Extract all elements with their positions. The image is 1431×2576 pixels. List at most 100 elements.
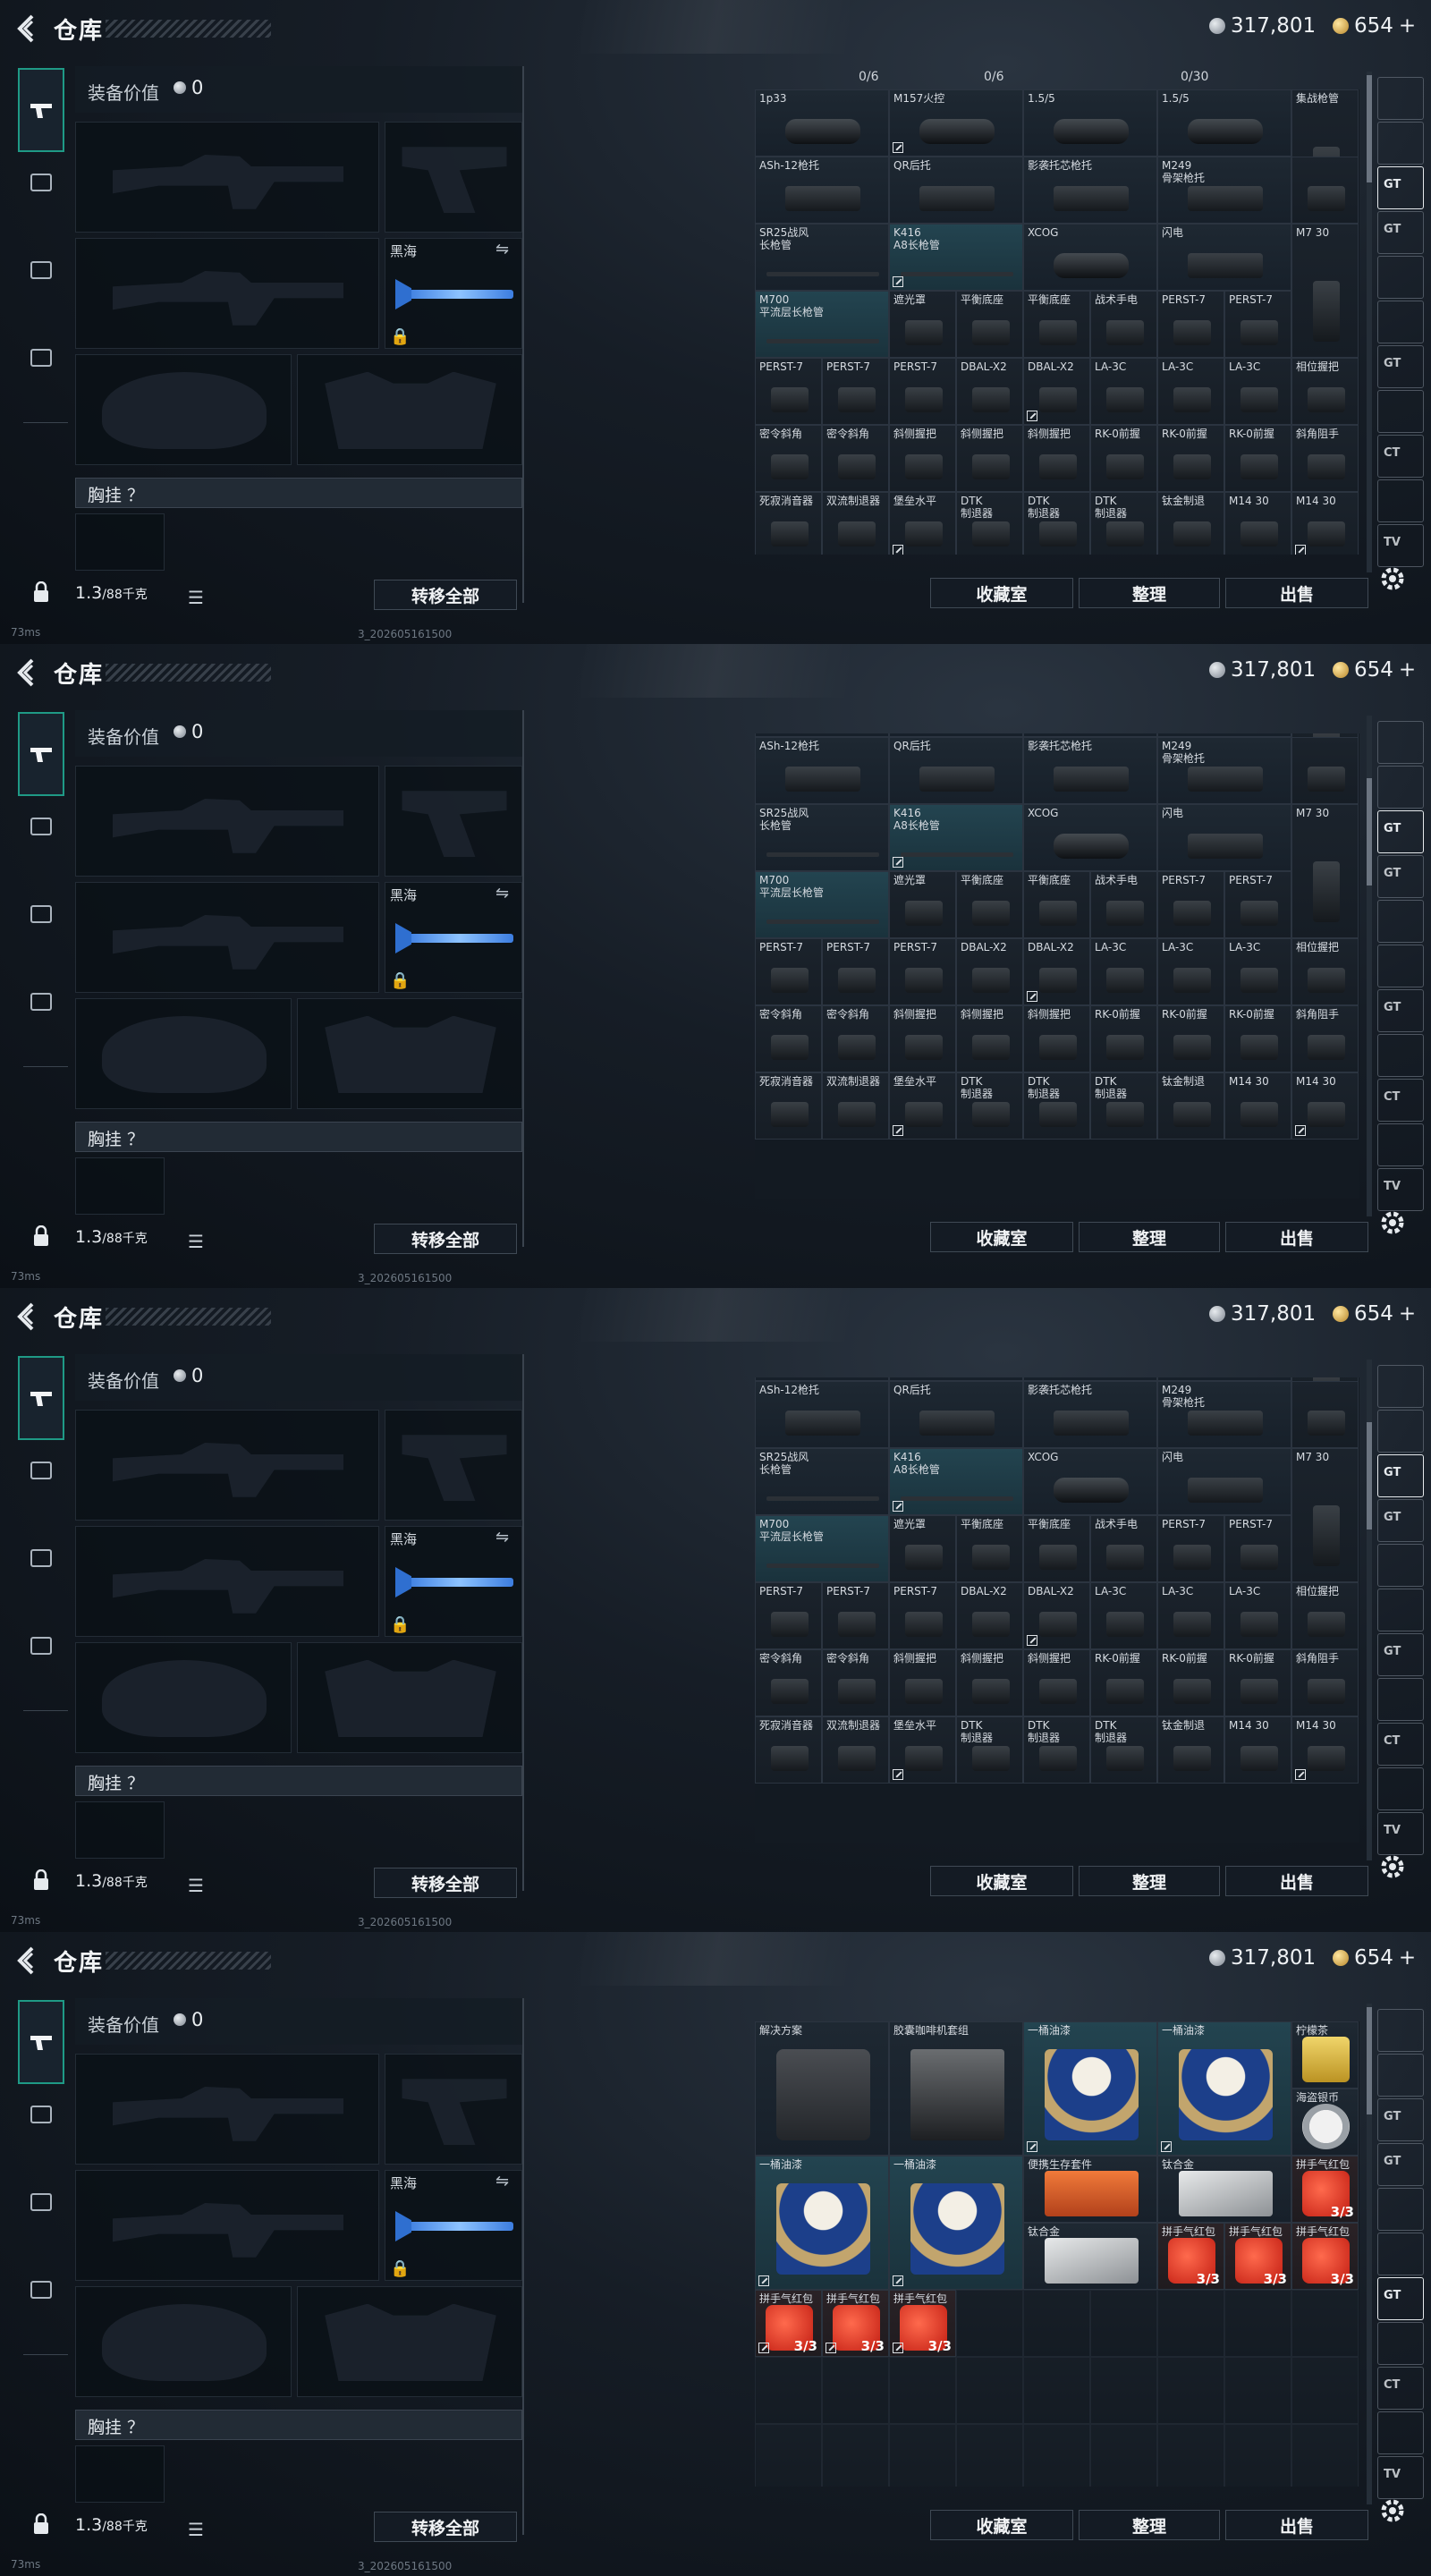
gear-icon[interactable] (1377, 1208, 1408, 1238)
inventory-item[interactable]: 密令斜角 (822, 1649, 889, 1716)
storage-tab[interactable] (1377, 122, 1424, 165)
inventory-item[interactable]: DTK 制退器 (956, 1072, 1023, 1140)
storage-tab[interactable]: CT (1377, 435, 1424, 478)
inventory-item[interactable]: 斜侧握把 (1023, 1005, 1090, 1072)
inventory-item[interactable]: 平衡底座 (1023, 291, 1090, 358)
inventory-item[interactable]: PERST-7 (1224, 871, 1291, 938)
scroll-thumb[interactable] (1367, 1422, 1372, 1530)
inventory-item[interactable]: 平衡底座 (956, 871, 1023, 938)
inventory-item[interactable]: LA-3C (1157, 358, 1224, 425)
swap-icon[interactable]: ⇋ (495, 240, 509, 258)
storage-tab[interactable] (1377, 2188, 1424, 2231)
back-arrow-icon[interactable] (13, 11, 39, 47)
inventory-item[interactable]: XCOG (1023, 224, 1157, 291)
inventory-item[interactable]: M700 平流层长枪管 (755, 291, 889, 358)
inventory-item[interactable]: 钛金制退 (1157, 1716, 1224, 1784)
storage-tab[interactable] (1377, 766, 1424, 809)
list-icon[interactable]: ☰ (188, 1231, 204, 1252)
primary-weapon-slot[interactable] (75, 2054, 379, 2165)
inventory-item[interactable]: 一桶油漆 (755, 2156, 889, 2290)
sort-button[interactable]: 整理 (1079, 578, 1220, 608)
inventory-item[interactable]: M7 30 (1291, 224, 1359, 358)
scroll-thumb[interactable] (1367, 2007, 1372, 2114)
inventory-item[interactable]: LA-3C (1224, 358, 1291, 425)
inventory-item[interactable]: 钛合金 (1023, 2223, 1157, 2290)
inventory-item[interactable]: 双流制退器 (822, 492, 889, 555)
storage-tab[interactable] (1377, 256, 1424, 299)
inventory-item[interactable]: 斜侧握把 (956, 1005, 1023, 1072)
empty-slot[interactable] (1090, 2357, 1157, 2424)
storage-tab[interactable] (1377, 721, 1424, 764)
add-gold-button[interactable]: + (1399, 1946, 1416, 1970)
sell-button[interactable]: 出售 (1225, 2510, 1368, 2540)
inventory-item[interactable]: K416 A8长枪管 (889, 804, 1023, 871)
inventory-item[interactable]: LA-3C (1157, 938, 1224, 1005)
inventory-item[interactable]: 钛合金 (1157, 2156, 1291, 2223)
inventory-item[interactable]: PERST-7 (822, 358, 889, 425)
storage-tab[interactable] (1377, 2411, 1424, 2454)
helmet-slot[interactable] (75, 1642, 292, 1753)
empty-slot[interactable] (755, 2357, 822, 2424)
inventory-item[interactable]: LA-3C (1090, 358, 1157, 425)
gear-icon[interactable] (1377, 2496, 1408, 2526)
chest-rig-slot[interactable] (75, 513, 165, 571)
storage-tab[interactable]: GT (1377, 2143, 1424, 2186)
lock-icon[interactable] (32, 580, 50, 603)
storage-tab[interactable] (1377, 479, 1424, 522)
gold-currency[interactable]: 654 + (1333, 14, 1416, 38)
primary-weapon-slot[interactable] (75, 1410, 379, 1521)
inventory-item[interactable]: DBAL-X2 (1023, 938, 1090, 1005)
inventory-item[interactable]: 密令斜角 (755, 1649, 822, 1716)
inventory-item[interactable]: SR25战风 长枪管 (755, 1448, 889, 1515)
inventory-item[interactable]: ASh-12枪托 (755, 737, 889, 804)
inventory-item[interactable]: PERST-7 (755, 938, 822, 1005)
inventory-item[interactable]: 拼手气红包 3/3 (822, 2290, 889, 2357)
inventory-item[interactable]: 密令斜角 (755, 1005, 822, 1072)
inventory-item[interactable]: 密令斜角 (822, 425, 889, 492)
empty-slot[interactable] (1224, 2290, 1291, 2357)
inventory-item[interactable]: 堡垒水平 (889, 1716, 956, 1784)
transfer-all-button[interactable]: 转移全部 (374, 580, 517, 610)
inventory-item[interactable]: 拼手气红包 3/3 (1157, 2223, 1224, 2290)
inventory-item[interactable]: DBAL-X2 (1023, 1582, 1090, 1649)
inventory-item[interactable]: 拼手气红包 3/3 (889, 2290, 956, 2357)
inventory-item[interactable]: K416 A8长枪管 (889, 1448, 1023, 1515)
tab-backpack[interactable] (18, 247, 64, 293)
collection-room-button[interactable]: 收藏室 (930, 1866, 1073, 1896)
inventory-item[interactable]: 斜侧握把 (889, 425, 956, 492)
storage-tab[interactable] (1377, 1589, 1424, 1631)
lock-icon[interactable] (32, 1224, 50, 1247)
tab-case[interactable] (18, 979, 64, 1025)
primary-weapon-slot[interactable] (75, 122, 379, 233)
inventory-item[interactable]: 影袭托芯枪托 (1023, 737, 1157, 804)
transfer-all-button[interactable]: 转移全部 (374, 1224, 517, 1254)
inventory-item[interactable]: 死寂消音器 (755, 492, 822, 555)
secondary-weapon-slot[interactable] (75, 2170, 379, 2281)
empty-slot[interactable] (1291, 2424, 1359, 2487)
inventory-item[interactable]: 密令斜角 (822, 1005, 889, 1072)
inventory-item[interactable]: 遮光罩 (889, 1515, 956, 1582)
storage-tab[interactable] (1377, 1034, 1424, 1077)
tab-case[interactable] (18, 2267, 64, 2313)
inventory-item[interactable]: 双流制退器 (822, 1072, 889, 1140)
inventory-item[interactable]: RK-0前握 (1224, 425, 1291, 492)
inventory-item[interactable]: M157火控 (889, 89, 1023, 157)
inventory-item[interactable]: 堡垒水平 (889, 492, 956, 555)
inventory-item[interactable]: RK-0前握 (1157, 1649, 1224, 1716)
inventory-item[interactable]: 平衡底座 (1023, 1515, 1090, 1582)
inventory-item[interactable]: 死寂消音器 (755, 1072, 822, 1140)
sort-button[interactable]: 整理 (1079, 1222, 1220, 1252)
inventory-item[interactable] (1291, 157, 1359, 224)
storage-tab[interactable] (1377, 1678, 1424, 1721)
inventory-item[interactable]: DTK 制退器 (1023, 1072, 1090, 1140)
armor-slot[interactable] (297, 2286, 522, 2397)
gear-icon[interactable] (1377, 564, 1408, 594)
helmet-slot[interactable] (75, 2286, 292, 2397)
inventory-item[interactable]: DBAL-X2 (956, 938, 1023, 1005)
storage-tab[interactable] (1377, 1767, 1424, 1810)
inventory-item[interactable]: DTK 制退器 (956, 1716, 1023, 1784)
sort-button[interactable]: 整理 (1079, 2510, 1220, 2540)
tab-armor[interactable] (18, 1447, 64, 1494)
storage-tab[interactable]: GT (1377, 1633, 1424, 1676)
tab-weapons[interactable] (18, 712, 64, 796)
